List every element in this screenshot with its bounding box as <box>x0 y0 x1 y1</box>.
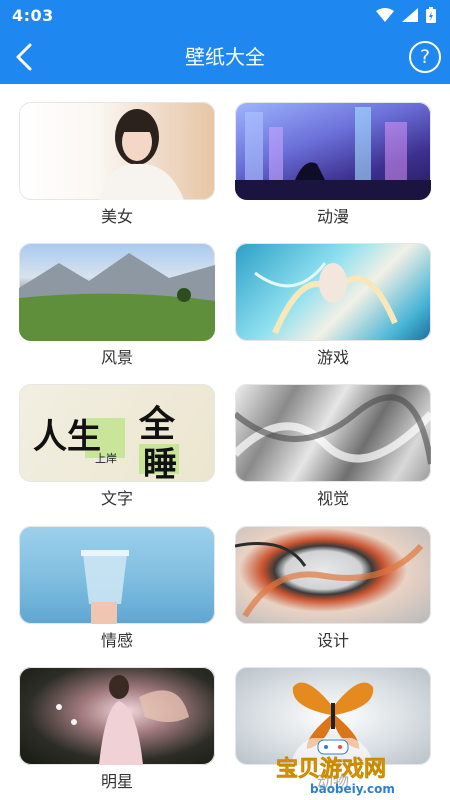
help-icon[interactable]: ? <box>409 41 441 73</box>
wenzi-text-small: 上岸 <box>95 452 117 465</box>
category-label: 情感 <box>100 631 133 650</box>
category-card-youxi[interactable] <box>235 243 431 341</box>
category-label: 游戏 <box>316 348 349 367</box>
category-card-wenzi[interactable]: 人生 全 睡 上岸 <box>19 384 215 482</box>
portrait-thumbnail <box>99 109 184 200</box>
signal-icon <box>402 8 418 22</box>
category-label: 文字 <box>100 489 133 508</box>
wenzi-text-2: 全 <box>138 403 176 445</box>
watermark-logo: 宝贝游戏网 baobeiy.com <box>276 738 395 796</box>
category-label: 明星 <box>100 772 133 791</box>
category-label: 设计 <box>316 631 349 650</box>
category-card-sheji[interactable] <box>235 526 431 624</box>
marble-design-thumbnail <box>235 542 424 618</box>
category-card-mingxing[interactable] <box>19 667 215 765</box>
abstract-metal-thumbnail <box>235 394 431 465</box>
landscape-thumbnail <box>19 253 215 341</box>
anime-city-thumbnail <box>235 107 431 200</box>
wenzi-text-1: 人生 <box>33 417 101 457</box>
category-card-fengjing[interactable] <box>19 243 215 341</box>
category-label: 美女 <box>100 207 133 226</box>
category-card-shijue[interactable] <box>235 384 431 482</box>
watermark-brand: 宝贝游戏网 <box>276 756 386 782</box>
status-bar: 4:03 <box>0 0 450 30</box>
category-card-qinggan[interactable] <box>19 526 215 624</box>
battery-icon <box>426 7 436 23</box>
page-title: 壁纸大全 <box>185 45 265 69</box>
calligraphy-thumbnail: 人生 全 睡 上岸 <box>33 403 179 482</box>
category-label: 动漫 <box>316 207 349 226</box>
status-icons <box>376 7 436 23</box>
category-card-dongman[interactable] <box>235 102 431 200</box>
category-card-meinv[interactable] <box>19 102 215 200</box>
status-time: 4:03 <box>12 5 54 25</box>
app-bar: 壁纸大全 ? <box>0 30 450 84</box>
wenzi-text-3: 睡 <box>143 445 177 482</box>
category-label: 视觉 <box>316 489 349 508</box>
wifi-icon <box>376 8 394 22</box>
star-photo-thumbnail <box>56 675 189 765</box>
category-label: 风景 <box>100 348 133 367</box>
cup-thumbnail <box>81 550 129 624</box>
game-art-thumbnail <box>254 262 398 335</box>
watermark-url: baobeiy.com <box>310 782 395 796</box>
